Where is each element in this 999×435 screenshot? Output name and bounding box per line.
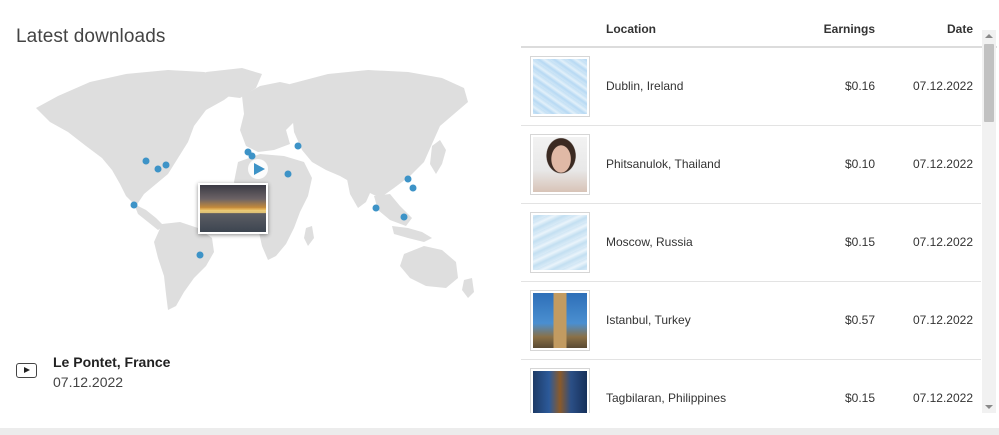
map-dot[interactable]	[400, 213, 408, 221]
now-playing-location: Le Pontet, France	[53, 354, 171, 370]
row-location: Tagbilaran, Philippines	[606, 391, 727, 405]
map-dot[interactable]	[372, 204, 380, 212]
map-dot[interactable]	[409, 184, 417, 192]
play-triangle-icon[interactable]	[248, 159, 268, 179]
page-bottom-bar	[0, 428, 999, 435]
land-madagascar	[304, 226, 314, 246]
section-title: Latest downloads	[16, 26, 166, 47]
row-date: 07.12.2022	[912, 391, 973, 405]
table-header: Location Earnings Date	[521, 10, 997, 48]
now-playing-date: 07.12.2022	[53, 374, 124, 390]
land-asia	[290, 70, 468, 198]
map-dot[interactable]	[284, 170, 292, 178]
row-location: Dublin, Ireland	[606, 79, 684, 93]
row-location: Phitsanulok, Thailand	[606, 157, 721, 171]
row-earnings: $0.16	[844, 79, 875, 93]
row-thumbnail[interactable]	[530, 212, 590, 273]
ice-texture-image	[533, 59, 587, 114]
clock-tower-image	[533, 293, 587, 348]
column-header-location[interactable]: Location	[606, 22, 656, 36]
row-earnings: $0.10	[844, 157, 875, 171]
land-south-america	[154, 222, 214, 310]
table-row[interactable]: Istanbul, Turkey $0.57 07.12.2022	[521, 282, 981, 360]
row-date: 07.12.2022	[912, 79, 973, 93]
land-central-america	[134, 204, 164, 230]
row-earnings: $0.15	[844, 391, 875, 405]
row-thumbnail[interactable]	[530, 56, 590, 117]
land-australia	[400, 246, 458, 288]
scrollbar-thumb[interactable]	[984, 44, 994, 122]
map-dot[interactable]	[162, 161, 170, 169]
row-location: Istanbul, Turkey	[606, 313, 691, 327]
now-playing: Le Pontet, France 07.12.2022	[16, 353, 316, 397]
column-header-date[interactable]: Date	[891, 22, 973, 36]
map-dot[interactable]	[294, 142, 302, 150]
row-thumbnail[interactable]	[530, 134, 590, 195]
table-row[interactable]: Dublin, Ireland $0.16 07.12.2022	[521, 48, 981, 126]
land-new-zealand	[462, 278, 474, 298]
map-dot[interactable]	[142, 157, 150, 165]
sunset-photo-thumbnail[interactable]	[198, 183, 268, 234]
land-southeast-asia	[374, 194, 412, 226]
row-date: 07.12.2022	[912, 235, 973, 249]
row-location: Moscow, Russia	[606, 235, 693, 249]
land-islands	[392, 226, 432, 242]
table-row[interactable]: Moscow, Russia $0.15 07.12.2022	[521, 204, 981, 282]
row-earnings: $0.57	[844, 313, 875, 327]
woman-portrait-image	[533, 137, 587, 192]
row-thumbnail[interactable]	[530, 290, 590, 351]
play-button-icon[interactable]	[16, 363, 37, 378]
map-dot[interactable]	[130, 201, 138, 209]
land-japan	[430, 140, 446, 174]
ice-texture-image	[533, 215, 587, 270]
row-thumbnail[interactable]	[530, 368, 590, 413]
latest-downloads-card: Latest downloads Le Pontet, France 07.12…	[0, 0, 999, 428]
table-row[interactable]: Tagbilaran, Philippines $0.15 07.12.2022	[521, 360, 981, 413]
scroll-down-arrow-icon[interactable]	[982, 401, 996, 413]
downloads-table: Location Earnings Date Dublin, Ireland $…	[521, 10, 997, 413]
row-date: 07.12.2022	[912, 157, 973, 171]
map-dot[interactable]	[404, 175, 412, 183]
table-row[interactable]: Phitsanulok, Thailand $0.10 07.12.2022	[521, 126, 981, 204]
map-dot[interactable]	[154, 165, 162, 173]
row-date: 07.12.2022	[912, 313, 973, 327]
column-header-earnings[interactable]: Earnings	[779, 22, 875, 36]
boat-interior-image	[533, 371, 587, 413]
row-earnings: $0.15	[844, 235, 875, 249]
map-dot[interactable]	[248, 152, 256, 160]
scroll-up-arrow-icon[interactable]	[982, 30, 996, 42]
map-dot[interactable]	[196, 251, 204, 259]
table-scrollbar[interactable]	[982, 30, 996, 413]
